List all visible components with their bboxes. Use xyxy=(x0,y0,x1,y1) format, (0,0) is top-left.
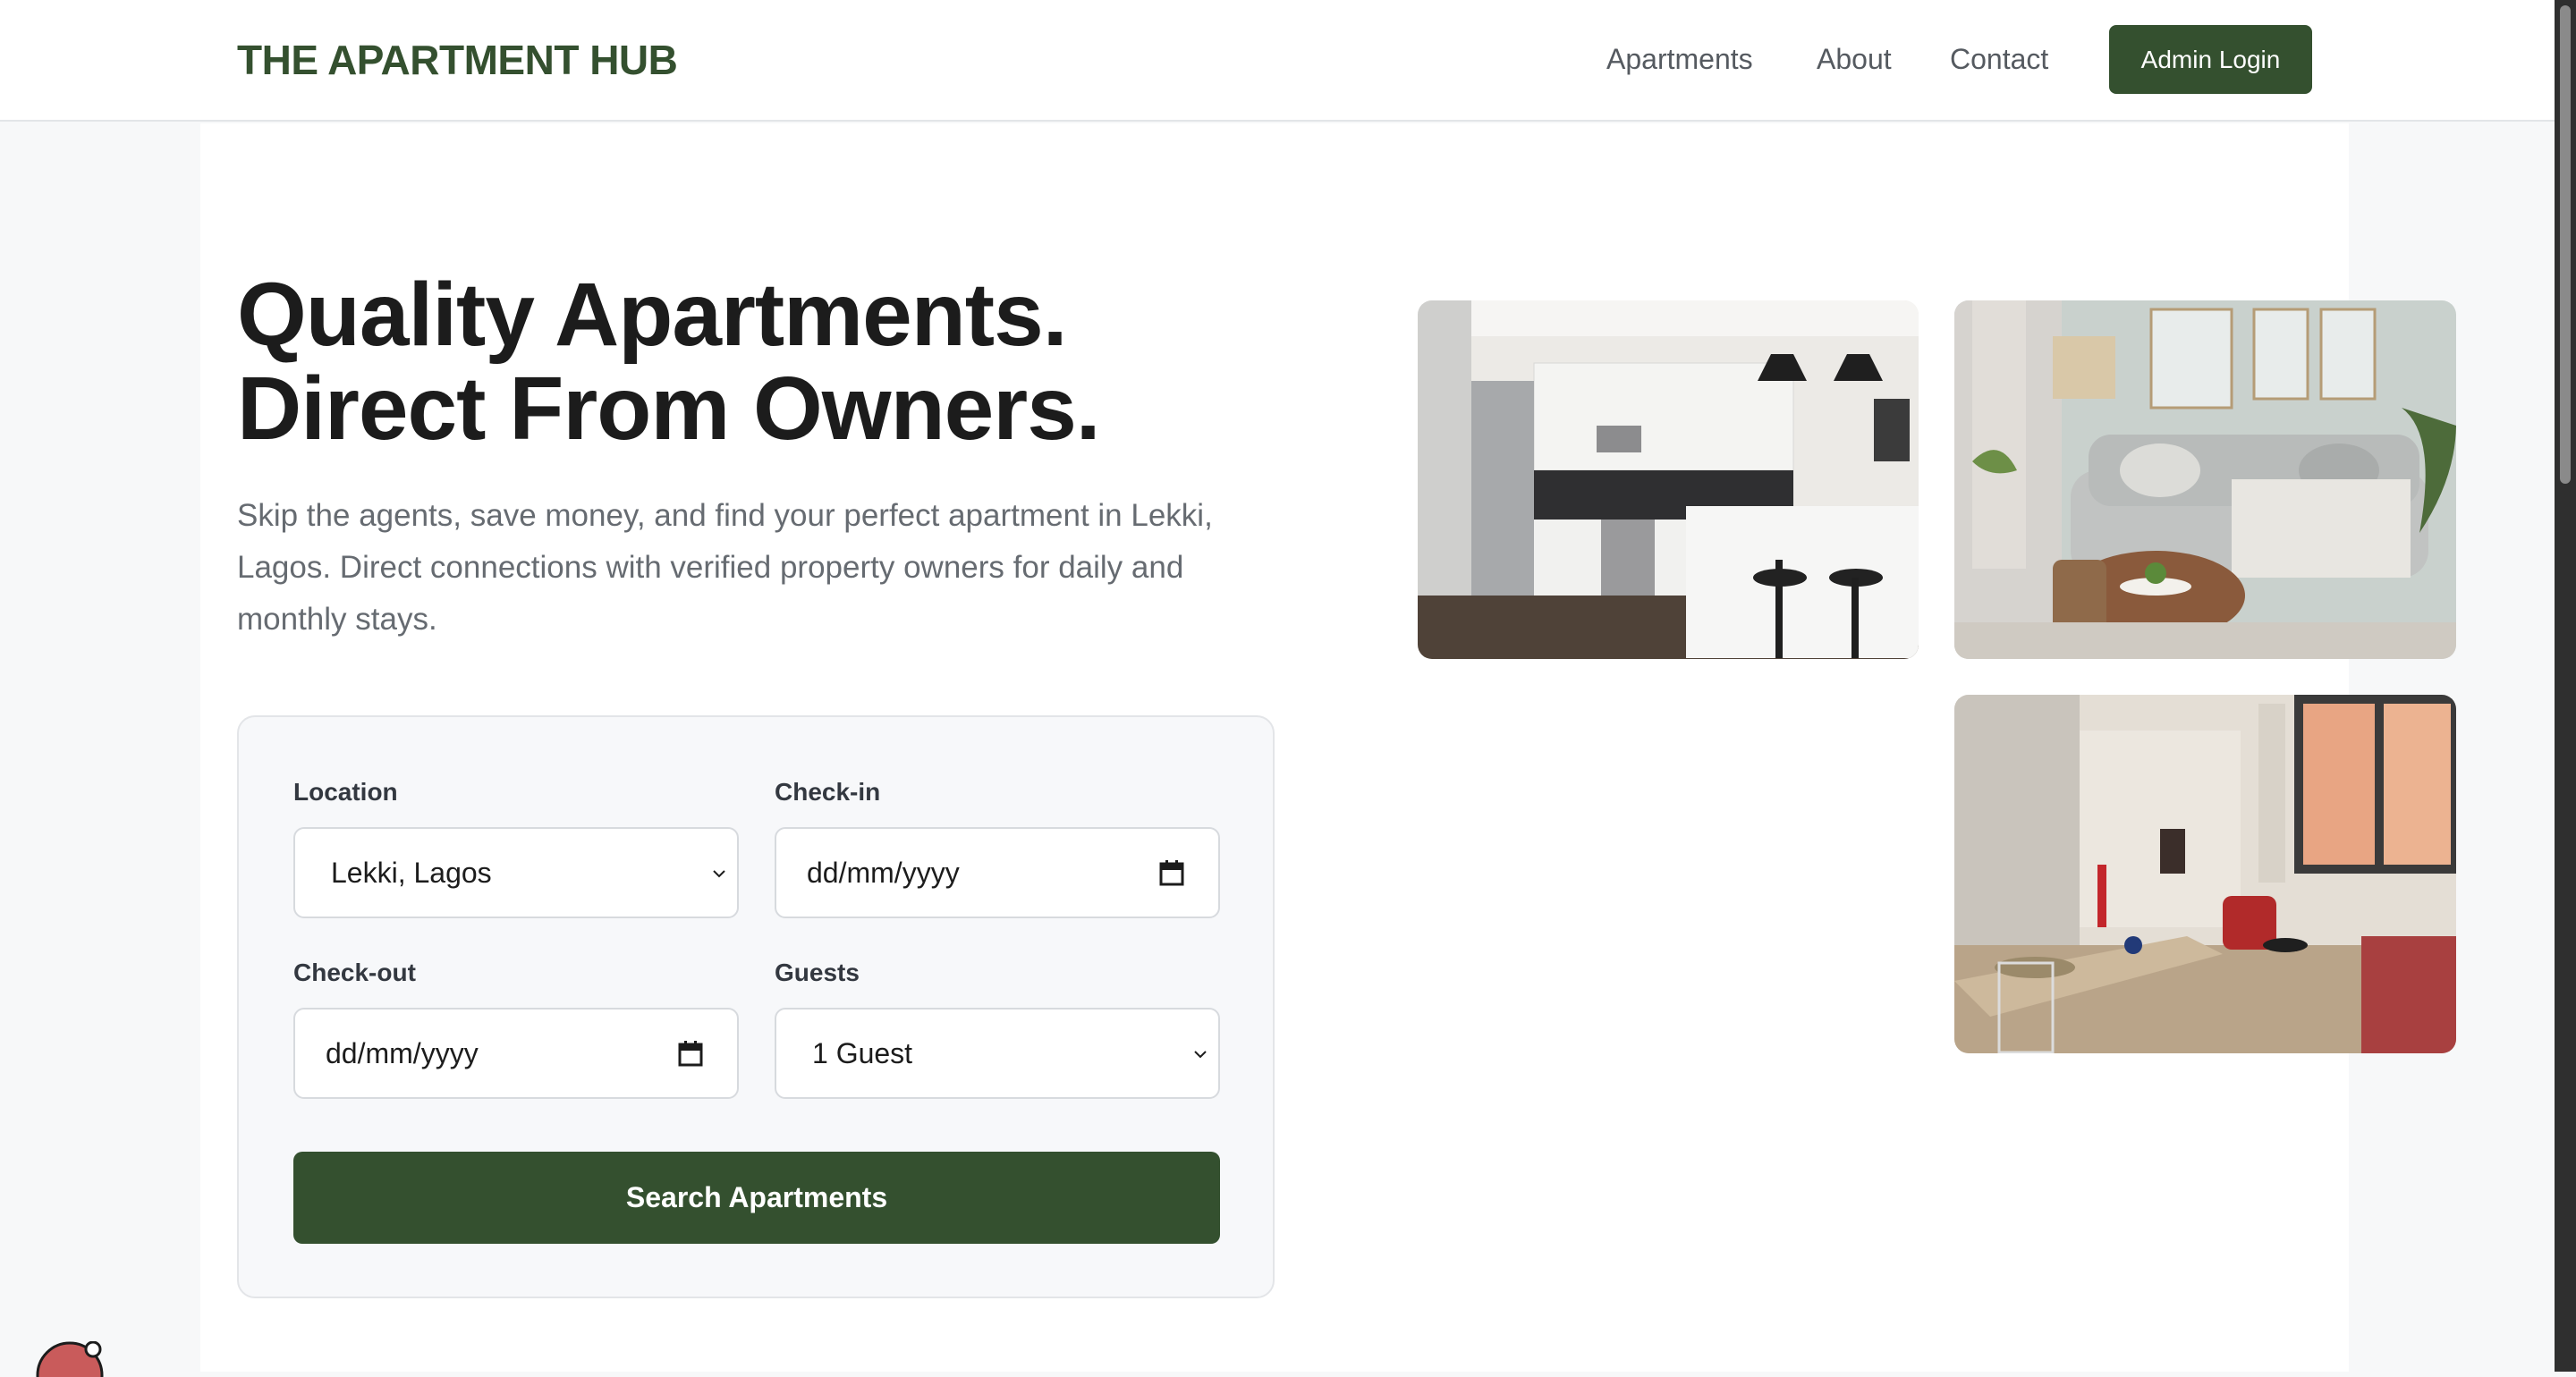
hero-headline-line-2: Direct From Owners. xyxy=(237,359,1101,459)
location-value: Lekki, Lagos xyxy=(331,856,492,889)
guests-select[interactable]: 1 Guest xyxy=(775,1008,1220,1099)
checkout-label: Check-out xyxy=(293,959,416,986)
search-card: Location Lekki, Lagos Check-in dd/mm/yyy… xyxy=(237,715,1275,1298)
checkout-date-input[interactable]: dd/mm/yyyy xyxy=(293,1008,739,1099)
checkin-label: Check-in xyxy=(775,778,881,806)
checkout-placeholder: dd/mm/yyyy xyxy=(326,1036,479,1069)
scrollbar-thumb[interactable] xyxy=(2560,5,2571,484)
location-label: Location xyxy=(293,778,398,806)
nav-link-contact[interactable]: Contact xyxy=(1950,43,2048,76)
calendar-icon[interactable] xyxy=(1159,859,1184,886)
living-room-photo xyxy=(1954,300,2456,659)
hero-headline-line-1: Quality Apartments. xyxy=(237,265,1067,365)
dining-room-image xyxy=(1954,695,2456,1053)
location-select[interactable]: Lekki, Lagos xyxy=(293,827,739,918)
admin-login-button[interactable]: Admin Login xyxy=(2109,25,2312,94)
checkin-date-input[interactable]: dd/mm/yyyy xyxy=(775,827,1220,918)
guests-value: 1 Guest xyxy=(812,1036,913,1069)
dining-room-photo xyxy=(1954,695,2456,1053)
checkin-placeholder: dd/mm/yyyy xyxy=(807,856,960,889)
chat-widget-icon[interactable] xyxy=(32,1341,113,1377)
chevron-down-icon xyxy=(713,870,725,878)
page-scrollbar[interactable] xyxy=(2555,0,2576,1372)
search-apartments-button[interactable]: Search Apartments xyxy=(293,1152,1220,1244)
hero-headline: Quality Apartments. Direct From Owners. xyxy=(237,268,1400,456)
brand-logo[interactable]: THE APARTMENT HUB xyxy=(237,36,678,84)
living-room-image xyxy=(1954,300,2456,659)
guests-label: Guests xyxy=(775,959,860,986)
hero-subtitle: Skip the agents, save money, and find yo… xyxy=(237,498,1213,637)
chevron-down-icon xyxy=(1194,1051,1207,1059)
calendar-icon[interactable] xyxy=(678,1040,703,1067)
nav-link-about[interactable]: About xyxy=(1817,43,1892,76)
nav-link-apartments[interactable]: Apartments xyxy=(1606,43,1753,76)
site-header: THE APARTMENT HUB Apartments About Conta… xyxy=(0,0,2555,122)
kitchen-photo xyxy=(1418,300,1919,659)
kitchen-image xyxy=(1418,300,1919,659)
